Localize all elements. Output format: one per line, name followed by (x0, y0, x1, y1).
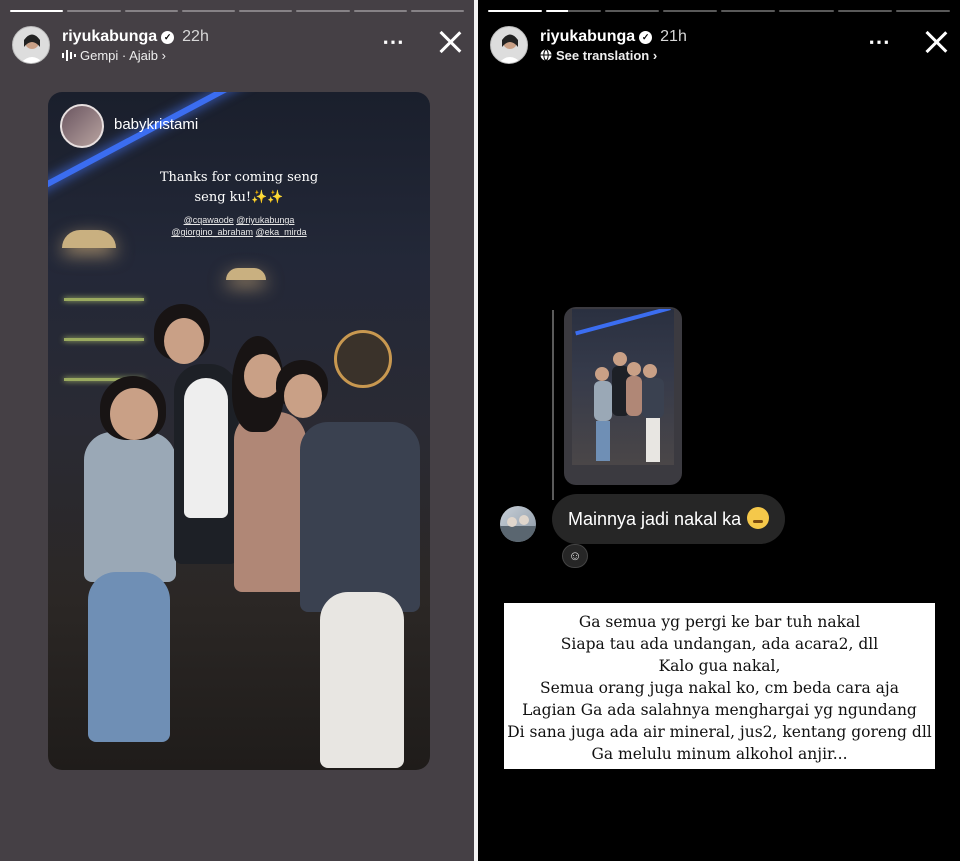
music-title[interactable]: Gempi · Ajaib (80, 48, 158, 63)
add-reaction-icon[interactable]: ☺ (562, 544, 588, 568)
chevron-right-icon: › (652, 48, 658, 63)
person-head (110, 388, 158, 440)
progress-segment (239, 10, 293, 12)
music-info[interactable]: Gempi · Ajaib › (62, 48, 166, 63)
verified-badge-icon: ✓ (639, 31, 653, 44)
verified-badge-icon: ✓ (161, 31, 175, 44)
close-icon[interactable] (924, 30, 948, 54)
reply-line: Kalo gua nakal, (658, 657, 781, 675)
progress-segment (181, 10, 235, 12)
progress-segment (721, 10, 776, 12)
person-figure (320, 592, 404, 768)
progress-segment (410, 10, 464, 12)
progress-segment (837, 10, 892, 12)
avatar[interactable] (490, 26, 528, 64)
caption-line: Thanks for coming seng (159, 170, 319, 185)
story-progress-bar (488, 10, 950, 12)
reply-line: Siapa tau ada undangan, ada acara2, dll (560, 635, 879, 653)
caption-line: seng ku!✨✨ (194, 190, 284, 205)
progress-segment (353, 10, 407, 12)
progress-segment (546, 10, 601, 12)
person-figure (300, 422, 420, 612)
progress-segment (296, 10, 350, 12)
shared-post-card[interactable]: babykristami Thanks for coming seng seng… (48, 92, 430, 770)
person-figure (84, 432, 176, 582)
pendant-lamp (226, 268, 266, 280)
comment-text: Mainnya jadi nakal ka (568, 509, 742, 529)
person-figure (234, 412, 306, 592)
progress-segment (895, 10, 950, 12)
comment-bubble: Mainnya jadi nakal ka (552, 494, 786, 544)
right-story-panel: riyukabunga ✓ 21h See translation › ⋯ Main… (478, 0, 960, 861)
post-time: 22h (182, 28, 209, 45)
music-bars-icon (62, 50, 76, 61)
post-time: 21h (660, 28, 687, 45)
shared-post-username[interactable]: babykristami (114, 116, 198, 133)
username[interactable]: riyukabunga ✓ 22h (62, 28, 209, 46)
more-options-icon[interactable]: ⋯ (382, 28, 405, 56)
close-icon[interactable] (438, 30, 462, 54)
shared-post-caption: Thanks for coming seng seng ku!✨✨ (48, 168, 430, 208)
avatar[interactable] (12, 26, 50, 64)
progress-segment (779, 10, 834, 12)
reply-text-box: Ga semua yg pergi ke bar tuh nakal Siapa… (504, 603, 935, 769)
person-head (164, 318, 204, 364)
person-figure (184, 378, 228, 518)
mention-tag[interactable]: @eka_mirda (256, 227, 307, 237)
story-progress-bar (10, 10, 464, 12)
username-text[interactable]: riyukabunga (62, 28, 157, 45)
replied-story-thumbnail[interactable] (564, 307, 682, 485)
commenter-avatar[interactable] (500, 506, 536, 542)
reply-line: Semua orang juga nakal ko, cm beda cara … (540, 679, 899, 697)
face-savoring-food-icon (747, 507, 770, 529)
bar-shelf (64, 298, 144, 301)
mention-tag[interactable]: @riyukabunga (236, 215, 294, 225)
chevron-right-icon: › (161, 48, 167, 63)
reply-line: Ga melulu minum alkohol anjir... (591, 745, 848, 763)
reply-thread-line (552, 310, 554, 500)
left-story-panel: riyukabunga ✓ 22h Gempi · Ajaib › ⋯ baby… (0, 0, 474, 861)
reply-line: Ga semua yg pergi ke bar tuh nakal (578, 613, 861, 631)
thumbnail-image (572, 307, 674, 465)
reply-line: Di sana juga ada air mineral, jus2, kent… (507, 723, 932, 741)
shared-post-avatar[interactable] (60, 104, 104, 148)
mention-tags: @cqawaode @riyukabunga @giorgino_abraham… (48, 214, 430, 238)
story-header: riyukabunga ✓ 22h Gempi · Ajaib › ⋯ (12, 26, 462, 66)
see-translation-text[interactable]: See translation (556, 48, 649, 63)
progress-segment (67, 10, 121, 12)
globe-icon (540, 49, 552, 61)
username[interactable]: riyukabunga ✓ 21h (540, 28, 687, 46)
mention-tag[interactable]: @giorgino_abraham (171, 227, 253, 237)
username-text[interactable]: riyukabunga (540, 28, 635, 45)
header-actions: ⋯ (382, 28, 462, 56)
round-mirror (334, 330, 392, 388)
more-options-icon[interactable]: ⋯ (868, 28, 891, 56)
progress-segment (488, 10, 543, 12)
progress-segment (124, 10, 178, 12)
progress-segment (604, 10, 659, 12)
header-actions: ⋯ (868, 28, 948, 56)
bar-shelf (64, 338, 144, 341)
reply-line: Lagian Ga ada salahnya menghargai yg ngu… (522, 701, 917, 719)
mention-tag[interactable]: @cqawaode (184, 215, 234, 225)
person-figure (88, 572, 170, 742)
person-head (284, 374, 322, 418)
progress-segment (662, 10, 717, 12)
story-header: riyukabunga ✓ 21h See translation › ⋯ (490, 26, 948, 66)
see-translation-link[interactable]: See translation › (540, 48, 657, 63)
progress-segment (10, 10, 64, 12)
